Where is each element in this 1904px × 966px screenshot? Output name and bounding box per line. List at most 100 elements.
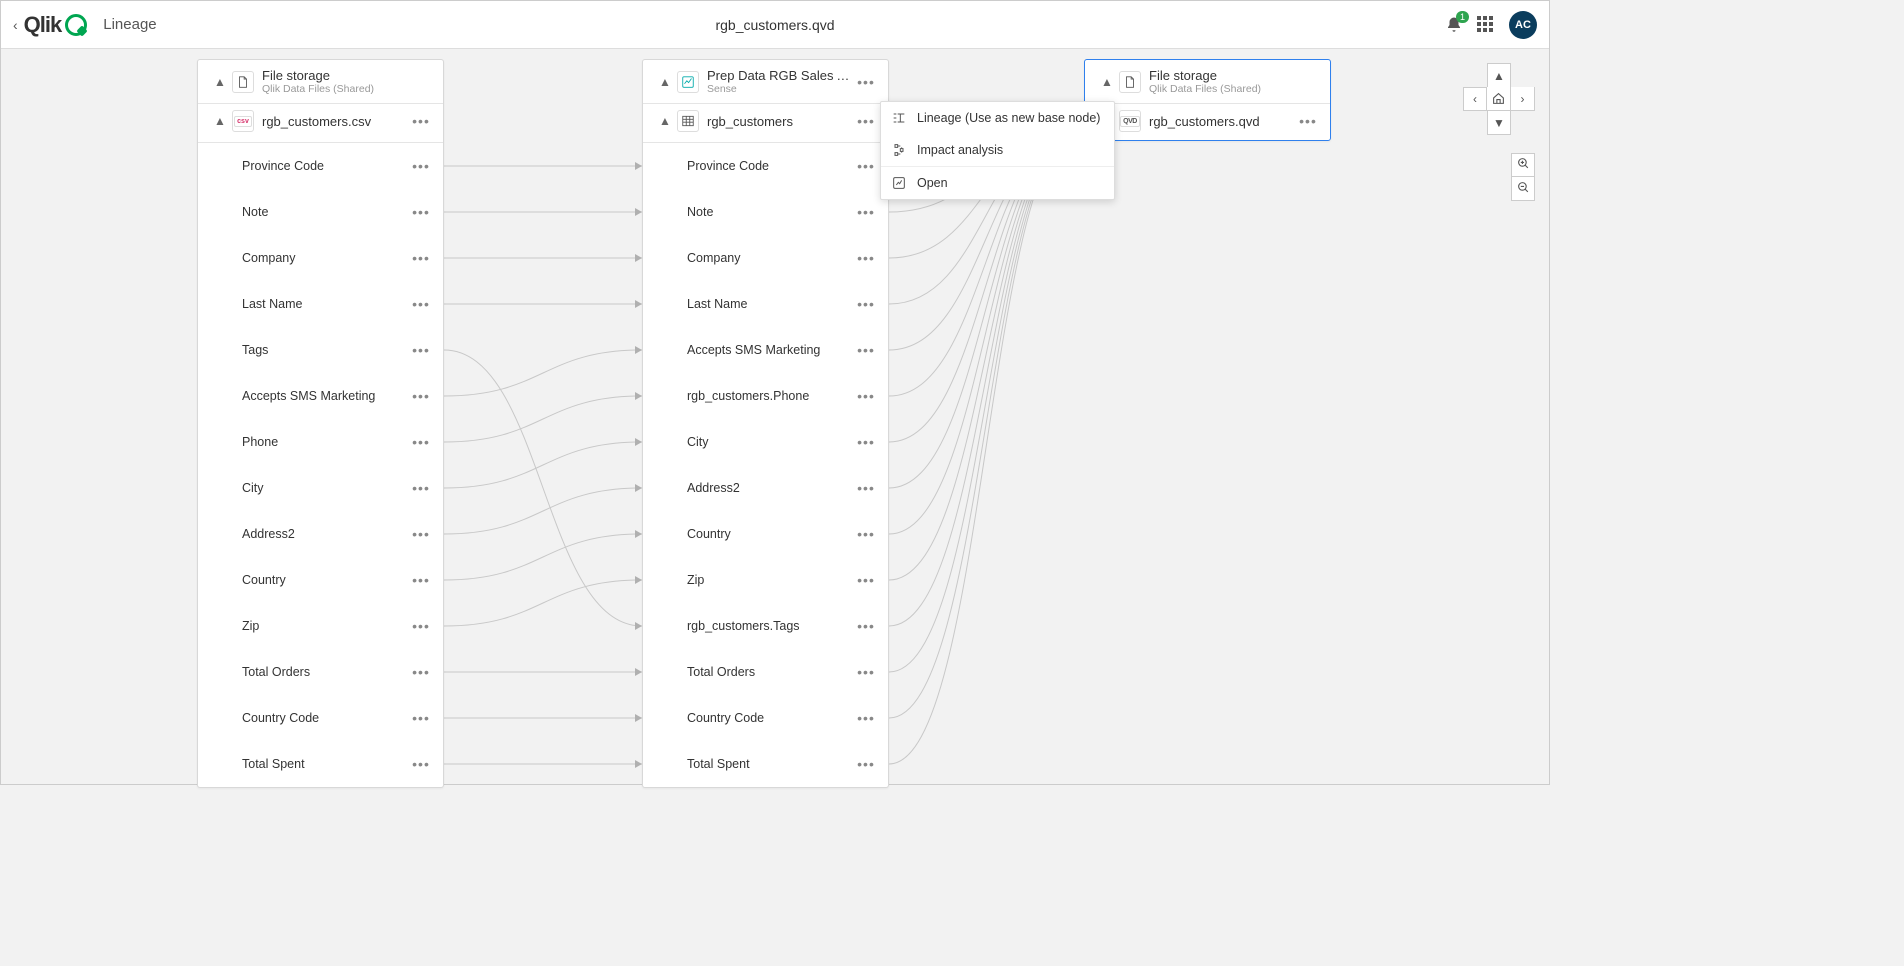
field-row[interactable]: Country Code••• bbox=[198, 695, 443, 741]
field-name: Zip bbox=[687, 573, 854, 587]
field-row[interactable]: Province Code••• bbox=[198, 143, 443, 189]
more-button[interactable]: ••• bbox=[409, 756, 433, 772]
field-row[interactable]: Total Spent••• bbox=[198, 741, 443, 787]
zoom-out-button[interactable] bbox=[1511, 177, 1535, 201]
more-button[interactable]: ••• bbox=[854, 74, 878, 90]
field-row[interactable]: rgb_customers.Tags••• bbox=[643, 603, 888, 649]
more-button[interactable]: ••• bbox=[409, 434, 433, 450]
zoom-controls bbox=[1511, 153, 1535, 201]
notifications-button[interactable]: 1 bbox=[1445, 16, 1463, 34]
node-child-header: ▼ QVD rgb_customers.qvd ••• bbox=[1085, 104, 1330, 140]
field-row[interactable]: Address2••• bbox=[643, 465, 888, 511]
field-row[interactable]: Accepts SMS Marketing••• bbox=[198, 373, 443, 419]
more-button[interactable]: ••• bbox=[409, 388, 433, 404]
more-button[interactable]: ••• bbox=[854, 113, 878, 129]
field-name: Accepts SMS Marketing bbox=[687, 343, 854, 357]
lineage-canvas[interactable]: ▲ File storage Qlik Data Files (Shared) … bbox=[1, 49, 1549, 784]
field-row[interactable]: Last Name••• bbox=[643, 281, 888, 327]
more-button[interactable]: ••• bbox=[854, 756, 878, 772]
field-row[interactable]: Note••• bbox=[198, 189, 443, 235]
more-button[interactable]: ••• bbox=[854, 158, 878, 174]
more-button[interactable]: ••• bbox=[854, 296, 878, 312]
zoom-in-button[interactable] bbox=[1511, 153, 1535, 177]
field-row[interactable]: Tags••• bbox=[198, 327, 443, 373]
nav-right-button[interactable]: › bbox=[1511, 87, 1535, 111]
more-button[interactable]: ••• bbox=[409, 250, 433, 266]
node-file-storage-source[interactable]: ▲ File storage Qlik Data Files (Shared) … bbox=[197, 59, 444, 788]
more-button[interactable]: ••• bbox=[409, 664, 433, 680]
nav-left-button[interactable]: ‹ bbox=[1463, 87, 1487, 111]
logo-icon bbox=[65, 14, 87, 36]
field-row[interactable]: City••• bbox=[198, 465, 443, 511]
back-button[interactable]: ‹ bbox=[13, 17, 18, 33]
more-button[interactable]: ••• bbox=[409, 618, 433, 634]
field-row[interactable]: City••• bbox=[643, 419, 888, 465]
field-row[interactable]: Company••• bbox=[643, 235, 888, 281]
node-title: File storage bbox=[262, 68, 433, 83]
home-icon bbox=[1492, 92, 1505, 105]
notification-badge: 1 bbox=[1456, 11, 1469, 23]
node-file-storage-target[interactable]: ▲ File storage Qlik Data Files (Shared) … bbox=[1084, 59, 1331, 141]
field-row[interactable]: Total Spent••• bbox=[643, 741, 888, 787]
document-title: rgb_customers.qvd bbox=[715, 17, 834, 33]
field-row[interactable]: Accepts SMS Marketing••• bbox=[643, 327, 888, 373]
more-button[interactable]: ••• bbox=[409, 204, 433, 220]
field-row[interactable]: Country••• bbox=[643, 511, 888, 557]
more-button[interactable]: ••• bbox=[409, 480, 433, 496]
collapse-toggle[interactable]: ▲ bbox=[1095, 75, 1119, 89]
more-button[interactable]: ••• bbox=[854, 710, 878, 726]
more-button[interactable]: ••• bbox=[409, 158, 433, 174]
more-button[interactable]: ••• bbox=[854, 618, 878, 634]
nav-home-button[interactable] bbox=[1487, 87, 1511, 111]
field-row[interactable]: Total Orders••• bbox=[643, 649, 888, 695]
more-button[interactable]: ••• bbox=[854, 572, 878, 588]
more-button[interactable]: ••• bbox=[409, 526, 433, 542]
user-avatar[interactable]: AC bbox=[1509, 11, 1537, 39]
field-row[interactable]: Country••• bbox=[198, 557, 443, 603]
menu-item-open[interactable]: Open bbox=[881, 167, 1114, 199]
app-launcher-button[interactable] bbox=[1477, 16, 1495, 34]
field-name: Province Code bbox=[687, 159, 854, 173]
field-name: rgb_customers.Phone bbox=[687, 389, 854, 403]
field-name: Tags bbox=[242, 343, 409, 357]
more-button[interactable]: ••• bbox=[854, 204, 878, 220]
field-row[interactable]: Note••• bbox=[643, 189, 888, 235]
menu-item-lineage[interactable]: Lineage (Use as new base node) bbox=[881, 102, 1114, 134]
more-button[interactable]: ••• bbox=[854, 434, 878, 450]
menu-item-impact[interactable]: Impact analysis bbox=[881, 134, 1114, 167]
collapse-toggle[interactable]: ▲ bbox=[653, 114, 677, 128]
collapse-toggle[interactable]: ▲ bbox=[208, 75, 232, 89]
field-name: Company bbox=[242, 251, 409, 265]
field-row[interactable]: Phone••• bbox=[198, 419, 443, 465]
field-row[interactable]: Province Code••• bbox=[643, 143, 888, 189]
more-button[interactable]: ••• bbox=[854, 250, 878, 266]
more-button[interactable]: ••• bbox=[854, 480, 878, 496]
nav-down-button[interactable]: ▼ bbox=[1487, 111, 1511, 135]
more-button[interactable]: ••• bbox=[409, 113, 433, 129]
more-button[interactable]: ••• bbox=[854, 342, 878, 358]
more-button[interactable]: ••• bbox=[854, 664, 878, 680]
collapse-toggle[interactable]: ▲ bbox=[208, 114, 232, 128]
field-row[interactable]: Zip••• bbox=[643, 557, 888, 603]
field-row[interactable]: rgb_customers.Phone••• bbox=[643, 373, 888, 419]
nav-up-button[interactable]: ▲ bbox=[1487, 63, 1511, 87]
more-button[interactable]: ••• bbox=[1296, 113, 1320, 129]
more-button[interactable]: ••• bbox=[409, 572, 433, 588]
more-button[interactable]: ••• bbox=[409, 296, 433, 312]
more-button[interactable]: ••• bbox=[409, 342, 433, 358]
field-row[interactable]: Zip••• bbox=[198, 603, 443, 649]
field-row[interactable]: Total Orders••• bbox=[198, 649, 443, 695]
field-row[interactable]: Last Name••• bbox=[198, 281, 443, 327]
field-name: Address2 bbox=[687, 481, 854, 495]
field-row[interactable]: Address2••• bbox=[198, 511, 443, 557]
menu-item-label: Lineage (Use as new base node) bbox=[917, 111, 1100, 125]
qlik-logo[interactable]: Qlik bbox=[24, 12, 88, 38]
collapse-toggle[interactable]: ▲ bbox=[653, 75, 677, 89]
more-button[interactable]: ••• bbox=[409, 710, 433, 726]
field-row[interactable]: Country Code••• bbox=[643, 695, 888, 741]
more-button[interactable]: ••• bbox=[854, 388, 878, 404]
more-button[interactable]: ••• bbox=[854, 526, 878, 542]
field-name: Zip bbox=[242, 619, 409, 633]
field-row[interactable]: Company••• bbox=[198, 235, 443, 281]
node-sense-app[interactable]: ▲ Prep Data RGB Sales A… Sense ••• ▲ rgb… bbox=[642, 59, 889, 788]
